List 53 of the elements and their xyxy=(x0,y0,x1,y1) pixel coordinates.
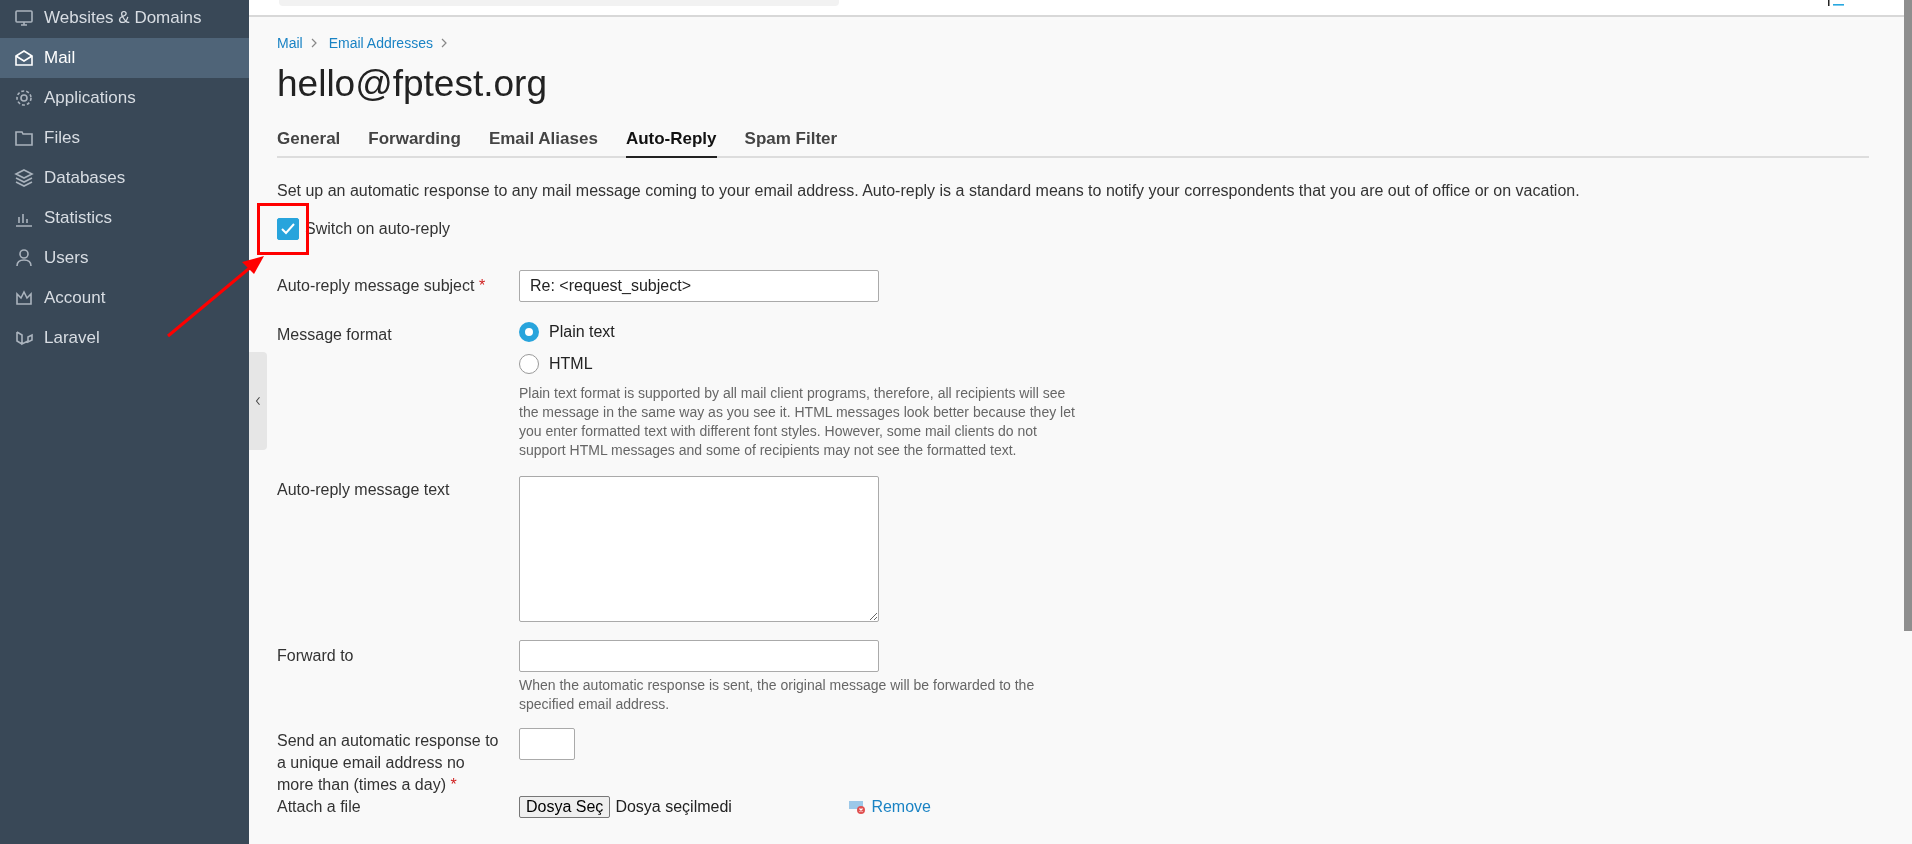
page-title: hello@fptest.org xyxy=(277,63,548,105)
field-label: Attach a file xyxy=(277,797,362,817)
chevron-right-icon xyxy=(310,38,317,48)
chevron-left-icon xyxy=(255,396,261,406)
gear-icon xyxy=(14,88,34,108)
checkbox[interactable] xyxy=(277,218,299,240)
sidebar-item[interactable]: Account xyxy=(0,278,249,318)
tab[interactable]: Auto-Reply xyxy=(625,125,717,158)
radio-button[interactable] xyxy=(519,322,539,342)
remove-icon xyxy=(849,800,868,814)
hint-text: Plain text format is supported by all mail client programs, therefore, all recipients will see the message in the same way as you see it. HTML messages look better because they let you enter formatted text with different font styles. However, some mail clients do not support HTML messages and some of recipients may not see the formatted text. xyxy=(519,384,1076,460)
field-label: Message format xyxy=(277,325,393,345)
folder-icon xyxy=(14,128,34,148)
user-icon xyxy=(14,248,34,268)
tab[interactable]: Spam Filter xyxy=(744,125,838,158)
tab[interactable]: General xyxy=(277,125,341,158)
remove-link[interactable]: Remove xyxy=(871,798,931,816)
tab[interactable]: Forwarding xyxy=(368,125,461,158)
limit-input[interactable] xyxy=(519,728,575,760)
highlight-box xyxy=(257,203,309,255)
layers-icon xyxy=(14,168,34,188)
sidebar-item[interactable]: Applications xyxy=(0,78,249,118)
forward-input[interactable] xyxy=(519,640,879,672)
breadcrumb-link[interactable]: Mail xyxy=(277,35,303,51)
description-text: Set up an automatic response to any mail message coming to your email address. Auto-reply is a standard means to notify your correspondents that you are out of office or on vacation. xyxy=(277,182,1581,200)
radio-label: Plain text xyxy=(549,323,615,341)
check-icon xyxy=(281,223,295,235)
hint-text: When the automatic response is sent, the original message will be forwarded to the specified email address. xyxy=(519,676,1036,714)
file-status: Dosya seçilmedi xyxy=(615,798,733,816)
sidebar-item[interactable]: Websites & Domains xyxy=(0,0,249,38)
sidebar-item[interactable]: Laravel xyxy=(0,318,249,358)
radio-label: HTML xyxy=(549,355,593,373)
sidebar-item[interactable]: Files xyxy=(0,118,249,158)
radio-button[interactable] xyxy=(519,354,539,374)
envelope-icon xyxy=(14,48,34,68)
field-label: Auto-reply message subject * xyxy=(277,276,487,296)
breadcrumb-link[interactable]: Email Addresses xyxy=(328,35,433,51)
scrollbar[interactable] xyxy=(1904,0,1912,631)
choose-file-button[interactable]: Dosya Seç xyxy=(519,796,611,818)
collapse-handle[interactable] xyxy=(249,352,267,450)
chevron-right-icon xyxy=(440,38,447,48)
field-label: Send an automatic response to a unique email address no more than (times a day) * xyxy=(277,731,500,795)
sidebar-item[interactable]: Mail xyxy=(0,38,249,78)
subject-input[interactable]: Re: <request_subject> xyxy=(519,270,879,302)
monitor-icon xyxy=(14,8,34,28)
field-label: Auto-reply message text xyxy=(277,480,451,500)
field-label: Forward to xyxy=(277,646,355,666)
logo-icon xyxy=(14,328,34,348)
tab[interactable]: Email Aliases xyxy=(488,125,598,158)
sidebar-item[interactable]: Statistics xyxy=(0,198,249,238)
crown-icon xyxy=(14,288,34,308)
sidebar-item[interactable]: Databases xyxy=(0,158,249,198)
sidebar-item[interactable]: Users xyxy=(0,238,249,278)
